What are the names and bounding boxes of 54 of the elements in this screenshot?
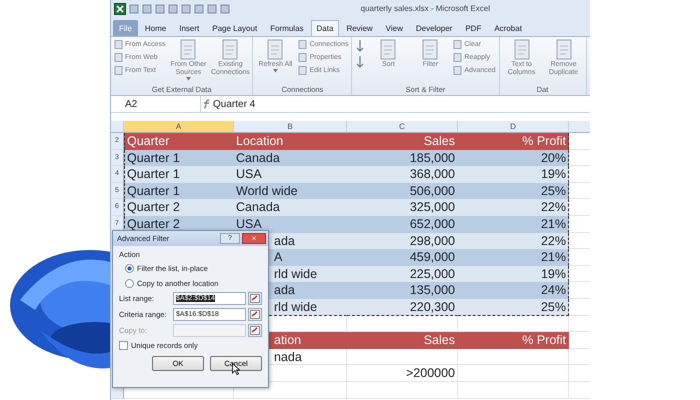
formula-field[interactable]: Quarter 4 — [213, 96, 256, 112]
column-header[interactable]: D — [458, 121, 569, 133]
column-heading: % Profit — [458, 133, 569, 150]
ribbon-tab[interactable]: Home — [138, 20, 172, 36]
ribbon-tab[interactable]: Insert — [173, 20, 206, 36]
ribbon-tab[interactable]: Page Layout — [206, 20, 264, 36]
table-cell: Canada — [234, 150, 347, 166]
ribbon-tab[interactable]: Developer — [410, 20, 458, 36]
table-cell: 459,000 — [347, 249, 458, 266]
table-cell: Quarter 1 — [124, 150, 234, 166]
table-cell: 24% — [458, 282, 569, 299]
table-cell: 21% — [458, 249, 569, 266]
column-heading: % Profit — [458, 332, 569, 349]
table-cell: USA — [234, 216, 347, 233]
column-heading: Sales — [347, 332, 458, 349]
table-cell: 135,000 — [347, 282, 458, 299]
close-button[interactable]: × — [242, 233, 266, 244]
table-cell: 368,000 — [347, 166, 458, 183]
ribbon-tab[interactable]: Review — [340, 20, 379, 36]
table-cell: 220,300 — [347, 298, 458, 316]
table-cell: Quarter 1 — [124, 182, 234, 200]
table-cell: 506,000 — [347, 182, 458, 200]
table-cell: 19% — [458, 166, 569, 183]
table-cell: 22% — [458, 199, 569, 216]
table-cell: Quarter 2 — [124, 199, 234, 216]
column-heading: Quarter — [124, 133, 234, 150]
column-header[interactable]: B — [234, 121, 347, 133]
table-cell: 22% — [458, 232, 569, 250]
table-cell: World wide — [234, 182, 347, 200]
ribbon-tab[interactable]: Data — [310, 20, 340, 36]
ribbon-tab[interactable]: Formulas — [264, 20, 310, 36]
column-heading: Location — [234, 133, 347, 150]
table-cell: Canada — [234, 199, 347, 216]
table-cell: Quarter 1 — [124, 166, 234, 183]
table-cell: 19% — [458, 266, 569, 282]
column-header[interactable]: C — [347, 121, 458, 133]
table-cell: 325,000 — [347, 199, 458, 216]
table-cell: >200000 — [347, 365, 458, 382]
ribbon-tab[interactable]: Acrobat — [488, 20, 528, 36]
ribbon-tab[interactable]: View — [380, 20, 409, 36]
name-box[interactable]: A2 — [111, 96, 201, 112]
table-cell: USA — [234, 166, 347, 183]
table-cell: 185,000 — [347, 150, 458, 166]
table-cell: 298,000 — [347, 232, 458, 250]
column-header[interactable]: A — [124, 121, 234, 133]
table-cell: 25% — [458, 182, 569, 200]
window-title: quarterly sales.xlsx - Microsoft Excel — [360, 3, 490, 15]
table-cell: 25% — [458, 298, 569, 316]
table-cell: 20% — [458, 150, 569, 166]
ribbon-tab[interactable]: PDF — [459, 20, 488, 36]
column-heading: Sales — [347, 133, 458, 150]
table-cell: 652,000 — [347, 216, 458, 233]
table-cell: 21% — [458, 216, 569, 233]
table-cell: 225,000 — [347, 266, 458, 282]
